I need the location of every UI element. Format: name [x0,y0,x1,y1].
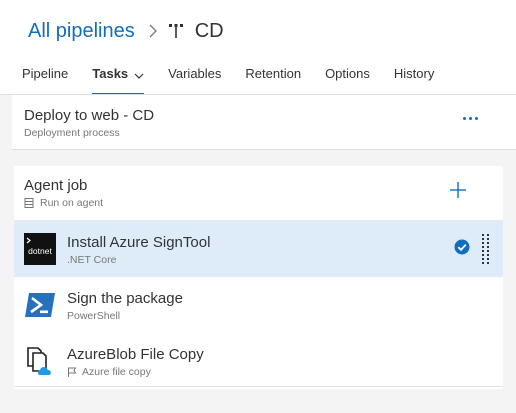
server-icon [24,198,34,208]
chevron-down-icon[interactable] [134,67,144,82]
tab-tasks[interactable]: Tasks [92,66,145,95]
pipeline-name: CD [194,19,224,42]
tab-tasks-label: Tasks [92,66,129,81]
add-task-icon[interactable] [449,181,467,199]
agent-job-subtitle-text: Run on agent [40,197,104,209]
breadcrumb-all-pipelines[interactable]: All pipelines [28,20,135,43]
flag-icon [67,367,77,377]
task-item-install-azure-signtool[interactable]: dotnet Install Azure SignTool .NET Core [14,221,503,277]
task-type-row: Azure file copy [67,366,151,378]
release-pipeline-icon [168,22,185,40]
powershell-icon [24,289,56,321]
tab-history[interactable]: History [394,66,434,88]
task-type: Azure file copy [82,366,151,378]
task-type: .NET Core [67,254,117,266]
agent-job-subtitle: Run on agent [24,197,103,209]
task-name: AzureBlob File Copy [67,346,204,363]
divider [14,386,503,387]
task-item-azureblob-file-copy[interactable]: AzureBlob File Copy Azure file copy [14,333,503,389]
chevron-right-icon [149,24,157,38]
azure-file-copy-icon [24,345,56,377]
task-item-sign-the-package[interactable]: Sign the package PowerShell [14,277,503,333]
process-title: Deploy to web - CD [24,107,155,124]
deployment-process-header[interactable]: Deploy to web - CD Deployment process [12,95,516,150]
dotnet-icon-label: dotnet [28,246,52,256]
header: All pipelines CD Pipeline Tasks Variable… [0,0,516,95]
agent-job-title: Agent job [24,177,88,194]
dotnet-icon: dotnet [24,233,56,265]
tab-options[interactable]: Options [325,66,370,88]
agent-job[interactable]: Agent job Run on agent [14,166,503,221]
tab-bar: Pipeline Tasks Variables Retention Optio… [22,66,458,95]
tab-variables[interactable]: Variables [168,66,221,88]
breadcrumb: All pipelines CD [28,18,224,44]
task-type: PowerShell [67,310,121,322]
task-name: Sign the package [67,290,183,307]
drag-handle-icon[interactable] [482,234,490,264]
task-name: Install Azure SignTool [67,234,211,251]
more-options-icon[interactable] [463,117,478,120]
tab-pipeline[interactable]: Pipeline [22,66,68,88]
tab-retention[interactable]: Retention [245,66,301,88]
process-subtitle: Deployment process [24,127,120,139]
enabled-check-icon [454,239,470,255]
